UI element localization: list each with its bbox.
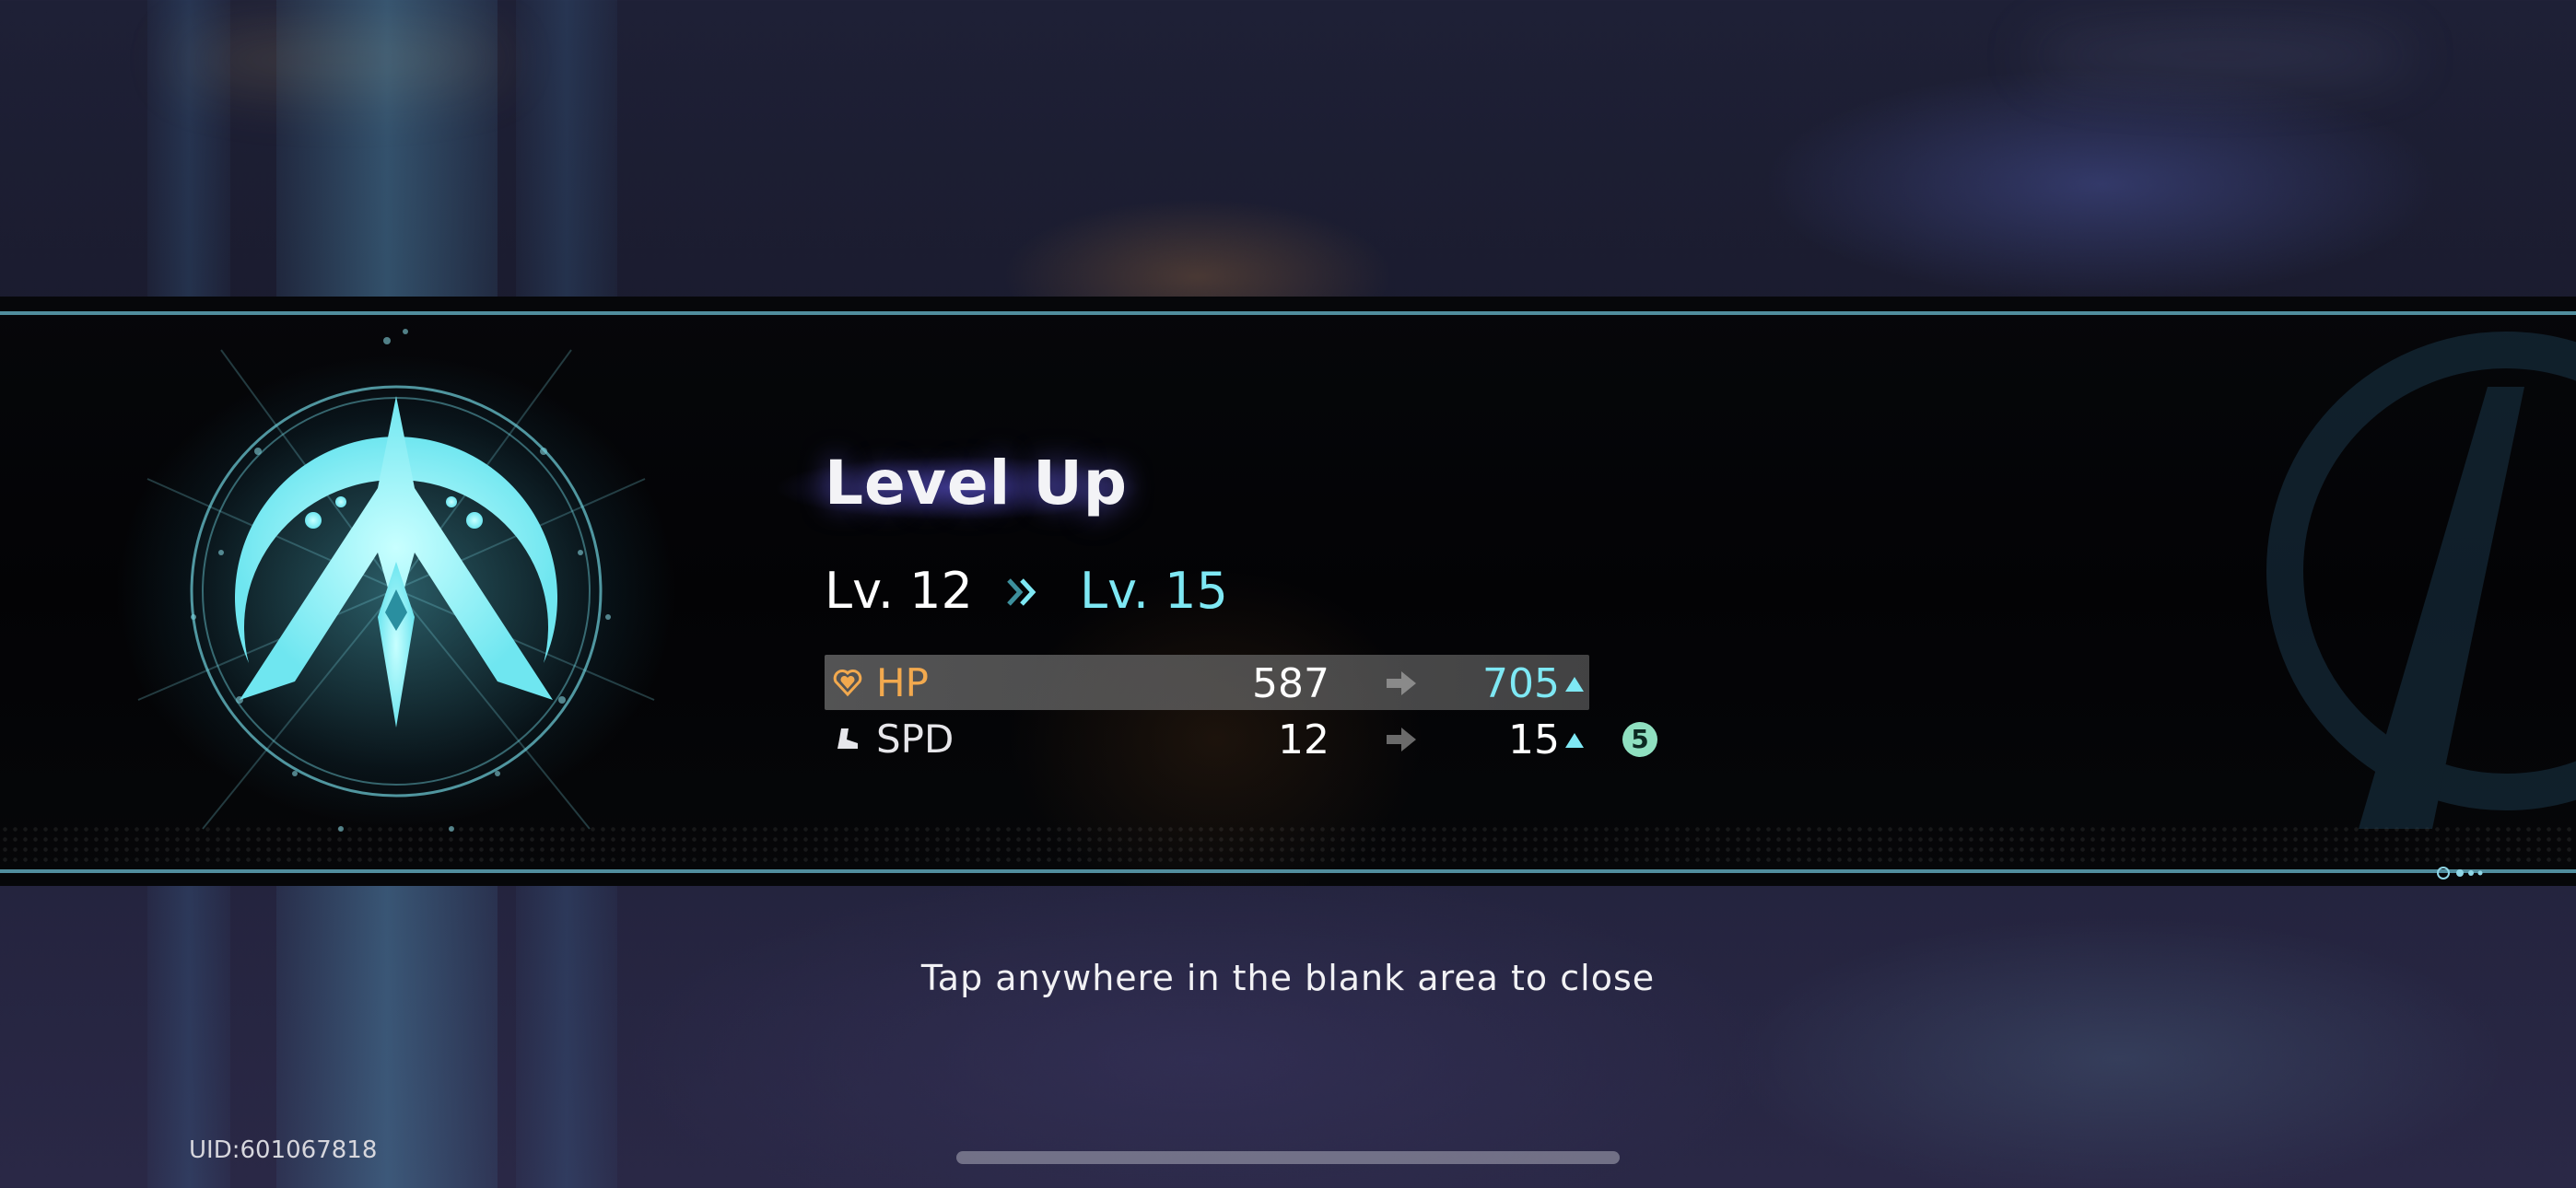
home-indicator[interactable]: [956, 1151, 1620, 1164]
stat-row-spd: SPD 12 15 5: [825, 711, 1657, 766]
path-emblem-icon: [137, 329, 655, 832]
triangle-up-icon: [1565, 677, 1584, 692]
bonus-badge: 5: [1622, 722, 1657, 757]
pager-dots-icon: [2437, 867, 2483, 879]
stat-old-spd: 12: [1278, 716, 1329, 763]
stat-new-spd: 15: [1508, 716, 1560, 763]
banner-bottom-line: [0, 869, 2576, 873]
level-from: Lv. 12: [825, 562, 973, 620]
stat-name-hp: HP: [876, 660, 929, 705]
background-blur: [2027, 28, 2414, 83]
stat-old-hp: 587: [1252, 660, 1329, 707]
stat-row-hp: HP 587 705: [825, 655, 1589, 710]
arrow-right-icon: [1387, 728, 1416, 751]
uid-label: UID:601067818: [189, 1136, 378, 1164]
arrow-right-icon: [1387, 671, 1416, 695]
boot-icon: [837, 728, 858, 749]
page-title: Level Up: [825, 448, 1129, 518]
double-chevron-right-icon: [1007, 578, 1036, 606]
stat-new-hp: 705: [1482, 660, 1560, 707]
stat-name-spd: SPD: [876, 716, 954, 762]
close-hint[interactable]: Tap anywhere in the blank area to close: [0, 958, 2576, 998]
level-to: Lv. 15: [1080, 562, 1228, 620]
triangle-up-icon: [1565, 733, 1584, 748]
emblem-watermark-icon: [2266, 332, 2576, 829]
heart-icon: [833, 670, 862, 697]
